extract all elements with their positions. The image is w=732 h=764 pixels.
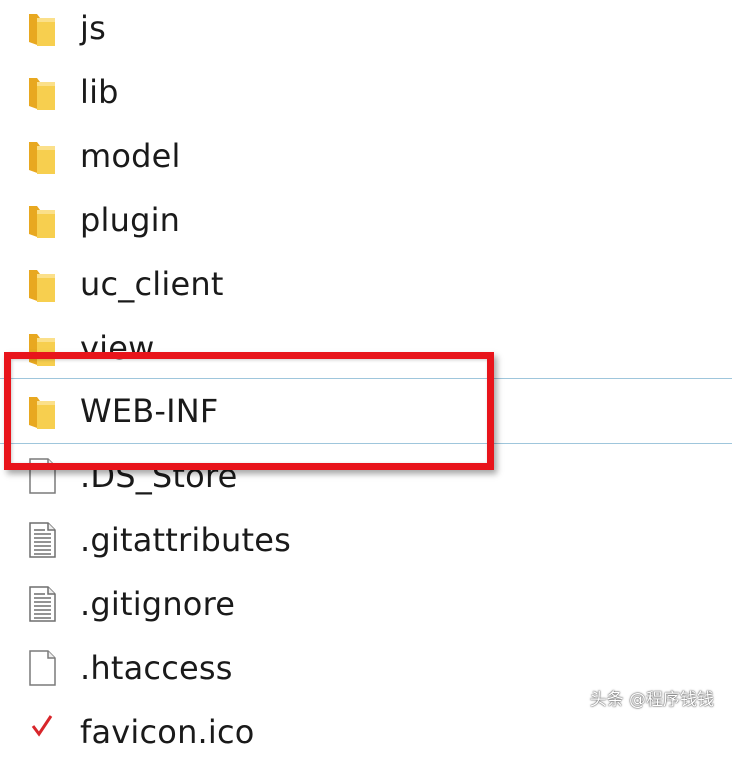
list-item-view[interactable]: view [0, 316, 732, 380]
list-item-label: .DS_Store [80, 457, 238, 495]
folder-icon [29, 78, 55, 110]
list-item-lib[interactable]: lib [0, 60, 732, 124]
list-item-label: lib [80, 73, 119, 111]
list-item-plugin[interactable]: plugin [0, 188, 732, 252]
file-icon [29, 650, 56, 686]
list-item-uc-client[interactable]: uc_client [0, 252, 732, 316]
folder-icon [29, 142, 55, 174]
list-item-label: uc_client [80, 265, 224, 303]
folder-icon [29, 206, 55, 238]
list-item-label: plugin [80, 201, 181, 239]
folder-icon [29, 14, 55, 46]
text-file-icon [29, 522, 56, 558]
file-icon [29, 458, 56, 494]
list-item-label: model [80, 137, 181, 175]
watermark: 头条 @程序钱钱 [589, 690, 714, 710]
list-item-model[interactable]: model [0, 124, 732, 188]
list-item-label: .gitattributes [80, 521, 291, 559]
folder-icon [29, 334, 55, 366]
list-item-label: favicon.ico [80, 713, 255, 751]
list-item-ds-store[interactable]: .DS_Store [0, 444, 732, 508]
list-item-label: .gitignore [80, 585, 236, 623]
image-file-icon [31, 715, 53, 737]
list-item-js[interactable]: js [0, 0, 732, 60]
list-item-web-inf[interactable]: WEB-INF [0, 379, 732, 443]
file-list: js lib model plugin uc_client view WEB-I… [0, 0, 732, 751]
list-item-label: view [80, 329, 155, 367]
list-item-gitattributes[interactable]: .gitattributes [0, 508, 732, 572]
text-file-icon [29, 586, 56, 622]
list-item-label: js [80, 9, 106, 47]
list-item-label: WEB-INF [80, 392, 219, 430]
folder-icon [29, 270, 55, 302]
list-item-gitignore[interactable]: .gitignore [0, 572, 732, 636]
folder-icon [29, 397, 55, 429]
list-item-label: .htaccess [80, 649, 233, 687]
